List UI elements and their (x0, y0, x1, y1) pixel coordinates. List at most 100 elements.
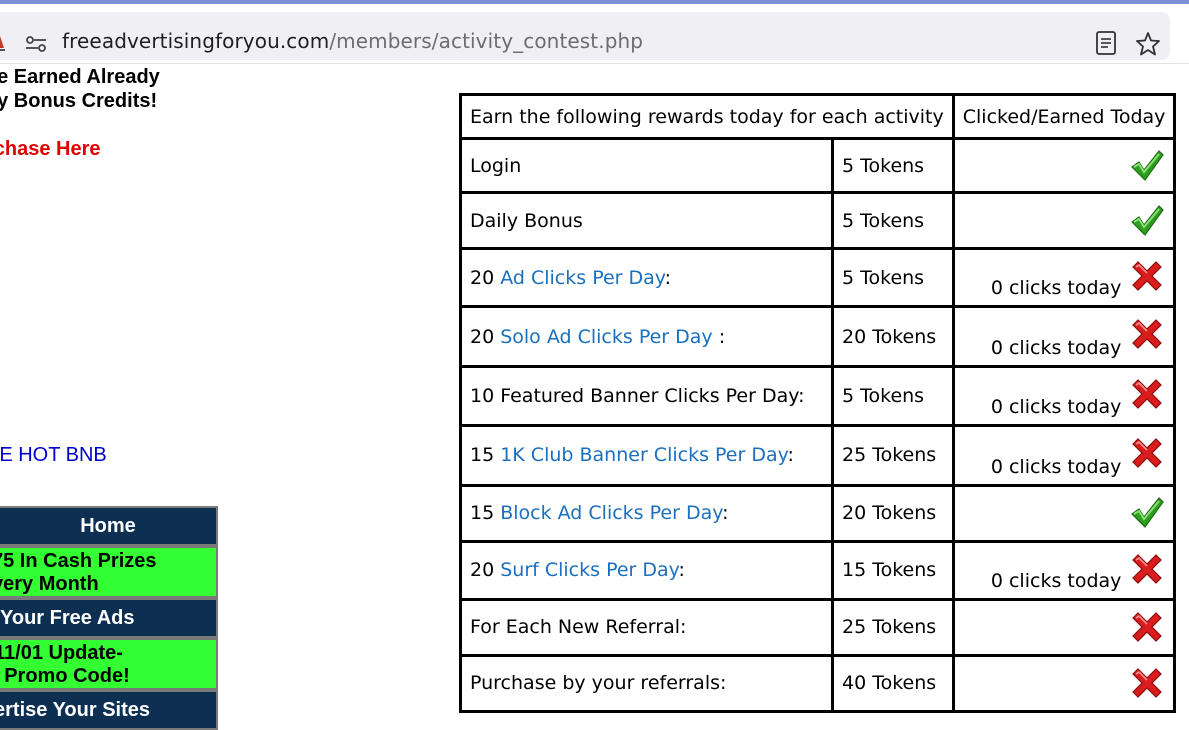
clicks-today-text: 0 clicks today (990, 277, 1122, 300)
reward-cell: 5 Tokens (830, 137, 955, 195)
checkmark-icon (1129, 148, 1165, 184)
reward-cell: 25 Tokens (830, 597, 955, 657)
cross-icon (1129, 551, 1165, 587)
table-row: For Each New Referral: 25 Tokens (459, 597, 1177, 657)
activity-text: Login (470, 154, 522, 177)
site-info-icon[interactable] (0, 32, 6, 54)
browser-toolbar: freeadvertisingforyou.com/members/activi… (0, 4, 1189, 64)
reward-cell: 40 Tokens (830, 653, 955, 714)
status-cell (951, 653, 1177, 714)
activity-cell: 15 1K Club Banner Clicks Per Day: (459, 423, 834, 487)
table-header-row: Earn the following rewards today for eac… (459, 92, 1177, 141)
table-row: Login 5 Tokens (459, 137, 1177, 195)
status-cell: 0 clicks today (951, 305, 1177, 369)
activity-cell: 20 Ad Clicks Per Day: (459, 247, 834, 309)
header-activity: Earn the following rewards today for eac… (459, 92, 955, 141)
activity-link[interactable]: Ad Clicks Per Day (500, 267, 664, 289)
activity-text: 20 (470, 559, 501, 582)
menu-item-home[interactable]: Home (0, 506, 218, 546)
address-bar[interactable]: freeadvertisingforyou.com/members/activi… (0, 12, 1170, 60)
permissions-icon[interactable] (24, 34, 48, 54)
rewards-table: Earn the following rewards today for eac… (459, 92, 1177, 714)
reward-cell: 20 Tokens (830, 483, 955, 543)
menu-item-label: 75 In Cash Prizes (0, 550, 157, 572)
table-row: 20 Ad Clicks Per Day: 5 Tokens 0 clicks to… (459, 247, 1177, 309)
menu-item-cash-prizes[interactable]: 75 In Cash Prizes very Month (0, 546, 218, 598)
hot-bnb-link[interactable]: EE HOT BNB (0, 444, 107, 467)
status-cell: 0 clicks today (951, 423, 1177, 487)
activity-text: 20 (470, 266, 501, 289)
table-row: Daily Bonus 5 Tokens (459, 191, 1177, 251)
reward-cell: 25 Tokens (830, 423, 955, 487)
activity-text: 10 Featured Banner Clicks Per Day: (470, 384, 805, 407)
table-row: 15 1K Club Banner Clicks Per Day: 25 Toke… (459, 423, 1177, 487)
activity-cell: Daily Bonus (459, 191, 834, 251)
checkmark-icon (1129, 203, 1165, 239)
cross-icon (1129, 376, 1165, 412)
bookmark-star-icon[interactable] (1134, 30, 1162, 58)
table-body: Login 5 Tokens Daily Bonus 5 Tokens 20 Ad Cl… (459, 137, 1177, 714)
activity-suffix: : (787, 444, 794, 467)
activity-cell: 20 Surf Clicks Per Day: (459, 539, 834, 601)
activity-text: For Each New Referral: (470, 616, 687, 639)
activity-link[interactable]: Solo Ad Clicks Per Day (500, 326, 712, 348)
earned-text-line1: ve Earned Already (0, 66, 160, 88)
cross-icon (1129, 609, 1165, 645)
reward-cell: 5 Tokens (830, 191, 955, 251)
table-row: 20 Surf Clicks Per Day: 15 Tokens 0 clicks… (459, 539, 1177, 601)
cross-icon (1129, 665, 1165, 701)
activity-suffix: : (712, 325, 726, 348)
status-cell (951, 597, 1177, 657)
status-cell: 0 clicks today (951, 539, 1177, 601)
table-row: 20 Solo Ad Clicks Per Day : 20 Tokens 0 cl… (459, 305, 1177, 369)
activity-text: 15 (470, 502, 501, 525)
menu-item-label: ( Promo Code! (0, 665, 130, 687)
reward-cell: 20 Tokens (830, 305, 955, 369)
purchase-here-link[interactable]: rchase Here (0, 138, 101, 161)
menu-item-promo-code[interactable]: 11/01 Update- ( Promo Code! (0, 638, 218, 690)
menu-item-free-ads[interactable]: Your Free Ads (0, 598, 218, 638)
menu-item-advertise-sites[interactable]: ertise Your Sites (0, 690, 218, 730)
table-row: Purchase by your referrals: 40 Tokens (459, 653, 1177, 714)
url-text[interactable]: freeadvertisingforyou.com/members/activi… (62, 29, 643, 53)
menu-item-label: ertise Your Sites (0, 699, 150, 721)
activity-link[interactable]: 1K Club Banner Clicks Per Day (500, 444, 787, 466)
menu-item-label: Home (80, 515, 136, 537)
status-cell: 0 clicks today (951, 247, 1177, 309)
menu-item-label: 11/01 Update- (0, 642, 123, 664)
reward-cell: 5 Tokens (830, 247, 955, 309)
clicks-today-text: 0 clicks today (990, 395, 1122, 418)
earned-text-line2: ily Bonus Credits! (0, 90, 158, 112)
activity-suffix: : (722, 502, 729, 525)
menu-item-label: very Month (0, 573, 99, 595)
status-cell (951, 191, 1177, 251)
activity-text: Daily Bonus (470, 209, 583, 232)
menu-item-label: Your Free Ads (0, 607, 135, 629)
activity-text: 15 (470, 444, 501, 467)
status-cell: 0 clicks today (951, 365, 1177, 427)
activity-cell: 10 Featured Banner Clicks Per Day: (459, 365, 834, 427)
clicks-today-text: 0 clicks today (990, 455, 1122, 478)
activity-cell: Login (459, 137, 834, 195)
activity-link[interactable]: Surf Clicks Per Day (500, 559, 678, 581)
table-row: 10 Featured Banner Clicks Per Day: 5 Toke… (459, 365, 1177, 427)
side-menu: Home 75 In Cash Prizes very Month Your F… (0, 506, 218, 730)
header-clicked-earned: Clicked/Earned Today (951, 92, 1177, 141)
activity-suffix: : (664, 266, 672, 289)
status-cell (951, 483, 1177, 543)
reader-view-icon[interactable] (1094, 30, 1118, 56)
cross-icon (1129, 258, 1165, 294)
cross-icon (1129, 316, 1165, 352)
reward-cell: 5 Tokens (830, 365, 955, 427)
reward-cell: 15 Tokens (830, 539, 955, 601)
clicks-today-text: 0 clicks today (990, 569, 1122, 592)
left-sidebar: ve Earned Already ily Bonus Credits! rch… (0, 64, 230, 730)
clicks-today-text: 0 clicks today (990, 337, 1122, 360)
activity-cell: Purchase by your referrals: (459, 653, 834, 714)
activity-suffix: : (678, 559, 685, 582)
activity-link[interactable]: Block Ad Clicks Per Day (500, 502, 722, 524)
url-path: /members/activity_contest.php (329, 29, 644, 53)
activity-text: 20 (470, 325, 501, 348)
cross-icon (1129, 435, 1165, 471)
activity-text: Purchase by your referrals: (470, 672, 727, 695)
